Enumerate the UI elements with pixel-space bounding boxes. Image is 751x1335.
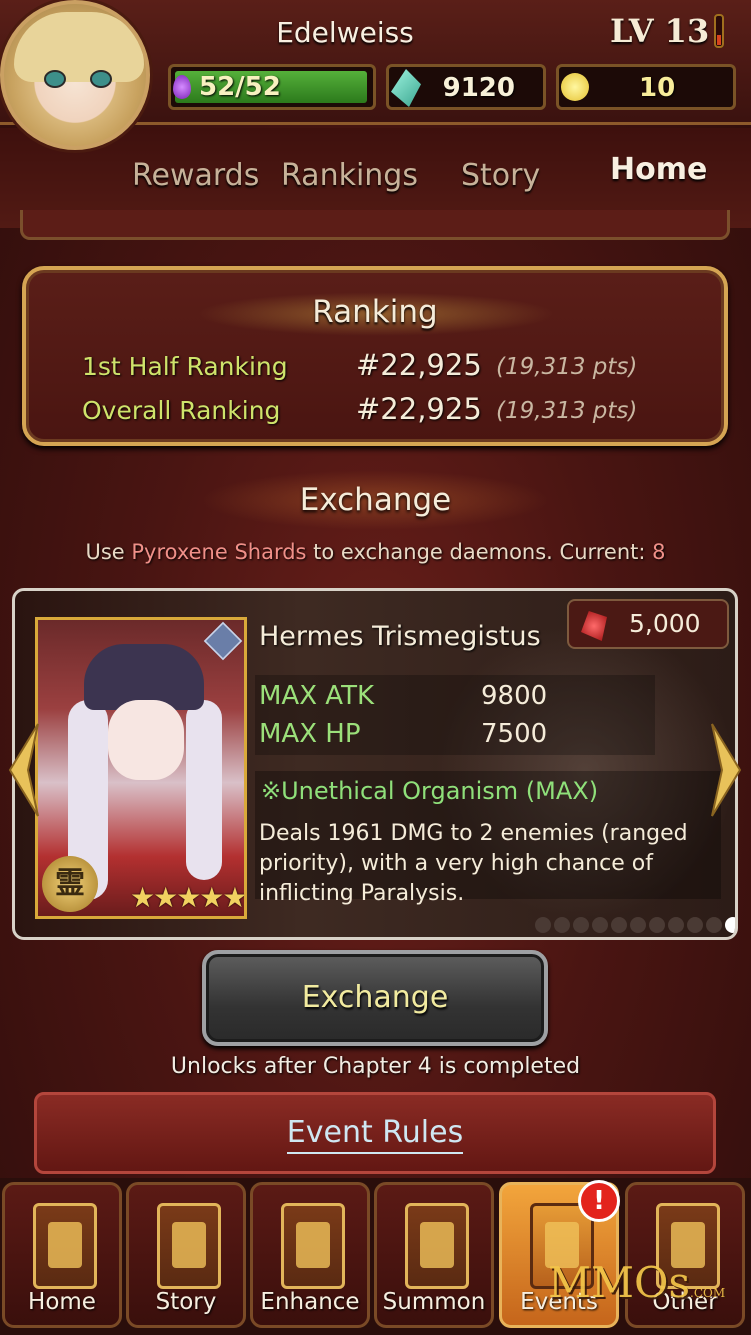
exchange-button[interactable]: Exchange <box>202 950 548 1046</box>
current-shards-count: 8 <box>652 540 666 564</box>
crystal-counter[interactable]: 9120 <box>386 64 546 110</box>
unlock-note: Unlocks after Chapter 4 is completed <box>170 1054 581 1079</box>
event-rules-button[interactable]: Event Rules <box>34 1092 716 1174</box>
ranking-label: 1st Half Ranking <box>82 352 288 381</box>
gold-value: 10 <box>639 73 676 103</box>
daemon-name: Hermes Trismegistus <box>259 621 541 652</box>
stamina-value: 52/52 <box>199 72 281 102</box>
carousel-dot[interactable] <box>554 917 570 933</box>
nav-label: Home <box>28 1289 96 1315</box>
banner-strip <box>20 210 730 240</box>
event-screen: Edelweiss LV 13 52/52 9120 10 Rewards Ra… <box>0 0 751 1335</box>
tab-rewards[interactable]: Rewards <box>132 158 259 193</box>
rarity-stars: ★★★★★ <box>130 881 246 914</box>
stamina-flame-icon <box>173 75 191 99</box>
avatar-eye <box>44 70 66 88</box>
nav-story[interactable]: Story <box>126 1182 246 1328</box>
exchange-desc-middle: to exchange daemons. Current: <box>306 540 653 564</box>
daemon-card[interactable]: 霊 ★★★★★ Hermes Trismegistus 5,000 MAX AT… <box>12 588 738 940</box>
stamina-bar: 52/52 <box>168 64 376 110</box>
ranking-label: Overall Ranking <box>82 396 281 425</box>
stat-label: MAX HP <box>259 719 361 749</box>
crystal-icon <box>391 69 421 107</box>
ranking-row: Overall Ranking #22,925 (19,313 pts) <box>26 392 724 432</box>
nav-enhance[interactable]: Enhance <box>250 1182 370 1328</box>
ranking-panel: Ranking 1st Half Ranking #22,925 (19,313… <box>22 266 728 446</box>
home-icon <box>33 1203 97 1289</box>
ranking-value: #22,925 <box>356 348 482 382</box>
ranking-row: 1st Half Ranking #22,925 (19,313 pts) <box>26 348 724 388</box>
gold-coin-icon <box>561 73 589 101</box>
cost-value: 5,000 <box>629 609 701 638</box>
pyroxene-shards-label: Pyroxene Shards <box>131 540 307 564</box>
carousel-dot[interactable] <box>630 917 646 933</box>
carousel-dot[interactable] <box>725 917 735 933</box>
carousel-dot[interactable] <box>611 917 627 933</box>
carousel-dot[interactable] <box>668 917 684 933</box>
player-name: Edelweiss <box>276 16 414 49</box>
carousel-dot[interactable] <box>706 917 722 933</box>
carousel-dot[interactable] <box>649 917 665 933</box>
player-level: LV 13 <box>610 12 710 50</box>
crystal-value: 9120 <box>442 73 515 103</box>
tab-story[interactable]: Story <box>461 158 540 193</box>
daemon-portrait[interactable]: 霊 ★★★★★ <box>35 617 247 919</box>
skill-name: ※Unethical Organism (MAX) <box>261 777 599 805</box>
carousel-dot[interactable] <box>592 917 608 933</box>
tab-rankings[interactable]: Rankings <box>281 158 418 193</box>
nav-label: Story <box>155 1289 217 1315</box>
player-avatar[interactable] <box>0 0 150 150</box>
avatar-eye <box>90 70 112 88</box>
exchange-cost: 5,000 <box>567 599 729 649</box>
portrait-face <box>108 700 184 780</box>
nav-summon[interactable]: Summon <box>374 1182 494 1328</box>
exchange-title: Exchange <box>299 482 452 518</box>
watermark-suffix: .COM <box>690 1286 726 1300</box>
pyroxene-shard-icon <box>581 611 607 641</box>
spirit-type-icon: 霊 <box>42 856 98 912</box>
stat-value: 7500 <box>481 719 548 749</box>
previous-daemon-arrow-icon[interactable] <box>4 720 44 820</box>
player-header: Edelweiss LV 13 52/52 9120 10 <box>0 0 751 150</box>
carousel-dot[interactable] <box>535 917 551 933</box>
story-icon <box>157 1203 221 1289</box>
enhance-icon <box>281 1203 345 1289</box>
ranking-value: #22,925 <box>356 392 482 426</box>
events-notification-badge: ! <box>578 1180 620 1222</box>
watermark-logo: MMOs.COM <box>548 1258 725 1307</box>
avatar-hair <box>14 12 144 82</box>
ranking-points: (19,313 pts) <box>496 354 638 380</box>
level-gauge <box>714 14 724 48</box>
portrait-hair <box>186 700 222 880</box>
next-daemon-arrow-icon[interactable] <box>706 720 746 820</box>
nav-label: Enhance <box>260 1289 360 1315</box>
stat-value: 9800 <box>481 681 548 711</box>
ranking-points: (19,313 pts) <box>496 398 638 424</box>
skill-description: Deals 1961 DMG to 2 enemies (ranged prio… <box>259 821 688 906</box>
tab-home[interactable]: Home <box>610 152 707 187</box>
event-rules-label: Event Rules <box>286 1115 464 1154</box>
nav-home[interactable]: Home <box>2 1182 122 1328</box>
exchange-desc-prefix: Use <box>85 540 132 564</box>
stat-label: MAX ATK <box>259 681 374 711</box>
exchange-description: Use Pyroxene Shards to exchange daemons.… <box>0 540 751 564</box>
watermark-text: MMOs <box>548 1258 690 1307</box>
stat-row-atk: MAX ATK 9800 <box>259 681 547 711</box>
nav-label: Summon <box>382 1289 486 1315</box>
element-attribute-icon <box>203 621 243 661</box>
summon-icon <box>405 1203 469 1289</box>
carousel-dot[interactable] <box>687 917 703 933</box>
ranking-title: Ranking <box>312 294 438 330</box>
gold-counter[interactable]: 10 <box>556 64 736 110</box>
bottom-navigation: Home Story Enhance Summon Events Other <box>0 1178 751 1335</box>
stat-row-hp: MAX HP 7500 <box>259 719 547 749</box>
carousel-dot[interactable] <box>573 917 589 933</box>
